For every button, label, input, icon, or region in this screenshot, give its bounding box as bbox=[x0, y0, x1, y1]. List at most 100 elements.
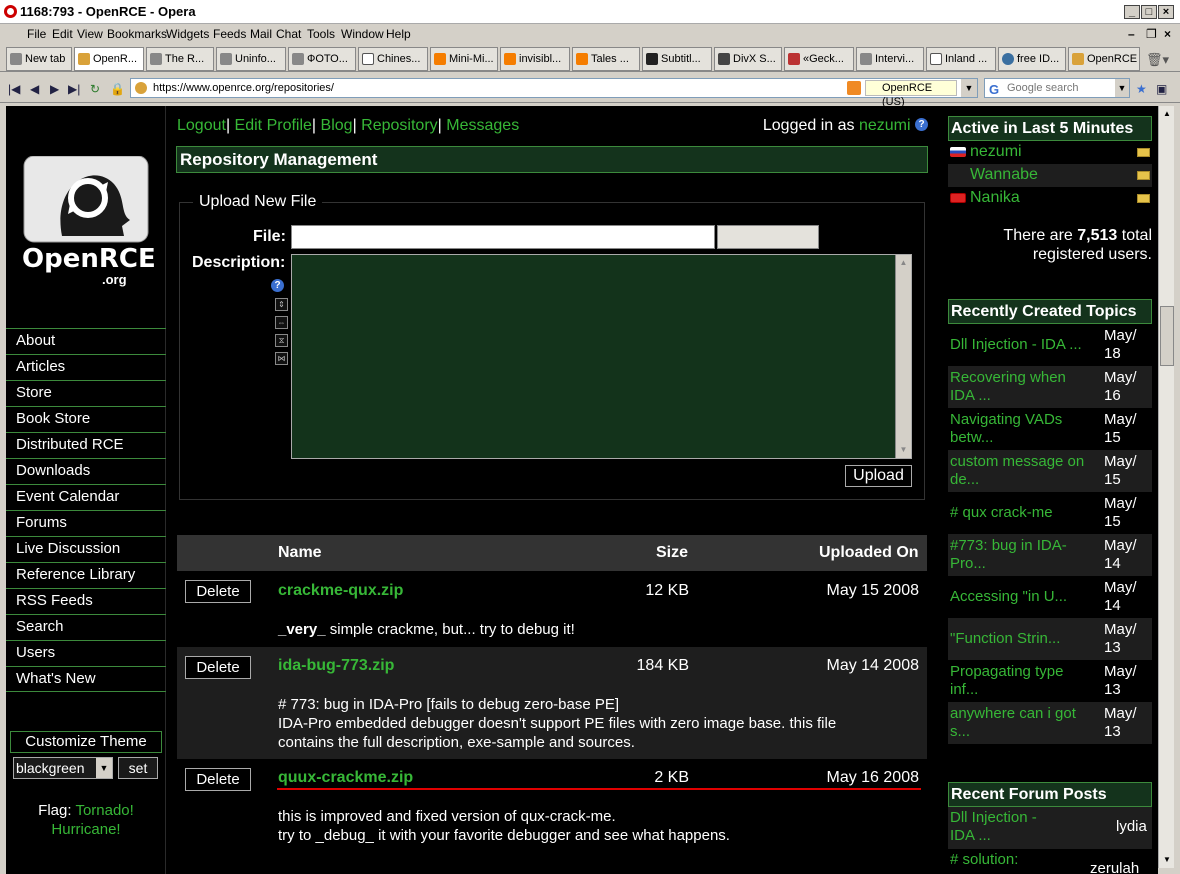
menu-minimize-icon[interactable]: – bbox=[1128, 27, 1135, 41]
address-dropdown-icon[interactable]: ▼ bbox=[961, 79, 977, 97]
sidebar-item-distributed-rce[interactable]: Distributed RCE bbox=[6, 432, 166, 458]
menu-window[interactable]: Window bbox=[341, 27, 384, 41]
set-theme-button[interactable]: set bbox=[118, 757, 158, 779]
tab-item[interactable]: Inland ... bbox=[926, 47, 996, 71]
sidebar-item-live-discussion[interactable]: Live Discussion bbox=[6, 536, 166, 562]
tab-item[interactable]: DivX S... bbox=[714, 47, 782, 71]
delete-button[interactable]: Delete bbox=[185, 768, 251, 791]
tab-item[interactable]: The R... bbox=[146, 47, 214, 71]
topic-link[interactable]: Dll Injection - IDA ... bbox=[950, 336, 1090, 354]
description-textarea[interactable]: ▲ ▼ bbox=[291, 254, 912, 459]
forward-icon[interactable]: ▶ bbox=[50, 82, 59, 96]
tab-item[interactable]: OpenRCE bbox=[1068, 47, 1140, 71]
file-name-link[interactable]: crackme-qux.zip bbox=[278, 582, 403, 600]
help-icon[interactable]: ? bbox=[271, 279, 284, 292]
scroll-up-icon[interactable]: ▲ bbox=[1160, 107, 1174, 121]
scrollbar-thumb[interactable] bbox=[1160, 306, 1174, 366]
panel-icon[interactable]: ▣ bbox=[1156, 82, 1167, 96]
menu-tools[interactable]: Tools bbox=[307, 27, 335, 41]
topic-link[interactable]: Accessing "in U... bbox=[950, 588, 1090, 606]
active-user-link[interactable]: Wannabe bbox=[970, 164, 1038, 186]
sidebar-item-search[interactable]: Search bbox=[6, 614, 166, 640]
maximize-button[interactable]: □ bbox=[1141, 5, 1157, 19]
file-name-link[interactable]: ida-bug-773.zip bbox=[278, 657, 394, 675]
menu-mail[interactable]: Mail bbox=[250, 27, 272, 41]
tab-item[interactable]: invisibl... bbox=[500, 47, 570, 71]
topic-link[interactable]: anywhere can i got s... bbox=[950, 705, 1090, 741]
sidebar-item-downloads[interactable]: Downloads bbox=[6, 458, 166, 484]
menu-chat[interactable]: Chat bbox=[276, 27, 301, 41]
sidebar-item-about[interactable]: About bbox=[6, 328, 166, 354]
menu-feeds[interactable]: Feeds bbox=[213, 27, 246, 41]
shrink-horizontal-icon[interactable]: ⋈ bbox=[275, 352, 288, 365]
rewind-icon[interactable]: |◀ bbox=[8, 82, 20, 96]
tab-item[interactable]: «Geck... bbox=[784, 47, 854, 71]
topic-link[interactable]: Propagating type inf... bbox=[950, 663, 1090, 699]
flag-link-1[interactable]: Tornado! bbox=[75, 802, 133, 819]
textarea-scrollbar[interactable]: ▲ ▼ bbox=[895, 255, 911, 458]
flag-link-2[interactable]: Hurricane! bbox=[51, 821, 120, 838]
tab-openrce-active[interactable]: OpenR... bbox=[74, 47, 144, 71]
topic-link[interactable]: "Function Strin... bbox=[950, 630, 1090, 648]
tab-item[interactable]: Uninfo... bbox=[216, 47, 286, 71]
menu-close-icon[interactable]: × bbox=[1164, 27, 1171, 41]
sidebar-item-users[interactable]: Users bbox=[6, 640, 166, 666]
search-input[interactable]: G Google search ▼ bbox=[984, 78, 1130, 98]
sidebar-item-whats-new[interactable]: What's New bbox=[6, 666, 166, 692]
help-icon[interactable]: ? bbox=[915, 118, 928, 131]
delete-button[interactable]: Delete bbox=[185, 656, 251, 679]
messages-link[interactable]: Messages bbox=[446, 117, 519, 134]
menu-edit[interactable]: Edit bbox=[52, 27, 73, 41]
topic-link[interactable]: # qux crack-me bbox=[950, 504, 1090, 522]
sidebar-item-reference-library[interactable]: Reference Library bbox=[6, 562, 166, 588]
upload-button[interactable]: Upload bbox=[845, 465, 912, 487]
scroll-down-icon[interactable]: ▼ bbox=[897, 443, 910, 457]
sidebar-item-book-store[interactable]: Book Store bbox=[6, 406, 166, 432]
scroll-down-icon[interactable]: ▼ bbox=[1160, 853, 1174, 867]
mail-icon[interactable] bbox=[1137, 148, 1150, 157]
menu-help[interactable]: Help bbox=[386, 27, 411, 41]
address-input[interactable]: https://www.openrce.org/repositories/ Op… bbox=[130, 78, 978, 108]
active-user-link[interactable]: Nanika bbox=[970, 187, 1020, 209]
menu-file[interactable]: File bbox=[27, 27, 46, 41]
blog-link[interactable]: Blog bbox=[321, 117, 353, 134]
fast-forward-icon[interactable]: ▶| bbox=[68, 82, 80, 96]
menu-widgets[interactable]: Widgets bbox=[166, 27, 209, 41]
forum-post-link[interactable]: # solution: bbox=[950, 851, 1090, 869]
tab-item[interactable]: Intervi... bbox=[856, 47, 924, 71]
tab-item[interactable]: ФОТО... bbox=[288, 47, 356, 71]
sidebar-item-store[interactable]: Store bbox=[6, 380, 166, 406]
site-badge[interactable]: OpenRCE (US) bbox=[865, 80, 957, 108]
trash-icon[interactable]: 🗑▾ bbox=[1146, 52, 1169, 68]
scroll-up-icon[interactable]: ▲ bbox=[897, 256, 910, 270]
sidebar-item-event-calendar[interactable]: Event Calendar bbox=[6, 484, 166, 510]
mail-icon[interactable] bbox=[1137, 171, 1150, 180]
tab-item[interactable]: Tales ... bbox=[572, 47, 640, 71]
delete-button[interactable]: Delete bbox=[185, 580, 251, 603]
forum-post-link[interactable]: Dll Injection - IDA ... bbox=[950, 809, 1090, 845]
tab-new[interactable]: New tab bbox=[6, 47, 72, 71]
minimize-button[interactable]: _ bbox=[1124, 5, 1140, 19]
tab-item[interactable]: Mini-Mi... bbox=[430, 47, 498, 71]
topic-link[interactable]: custom message on de... bbox=[950, 453, 1090, 489]
bookmark-star-icon[interactable]: ★ bbox=[1136, 82, 1147, 96]
tab-item[interactable]: free ID... bbox=[998, 47, 1066, 71]
active-user-link[interactable]: nezumi bbox=[970, 141, 1022, 163]
openrce-logo[interactable]: OpenRCE .org bbox=[22, 155, 156, 287]
topic-link[interactable]: Navigating VADs betw... bbox=[950, 411, 1090, 447]
close-button[interactable]: × bbox=[1158, 5, 1174, 19]
logout-link[interactable]: Logout bbox=[177, 117, 226, 134]
menu-restore-icon[interactable]: ❐ bbox=[1146, 27, 1157, 41]
sidebar-item-forums[interactable]: Forums bbox=[6, 510, 166, 536]
menu-bookmarks[interactable]: Bookmarks bbox=[107, 27, 167, 41]
file-input[interactable] bbox=[291, 225, 715, 249]
file-name-link[interactable]: quux-crackme.zip bbox=[278, 769, 413, 787]
expand-horizontal-icon[interactable]: ⇔ bbox=[275, 316, 288, 329]
topic-link[interactable]: #773: bug in IDA- Pro... bbox=[950, 537, 1090, 573]
back-icon[interactable]: ◀ bbox=[30, 82, 39, 96]
theme-select[interactable]: blackgreen ▼ bbox=[13, 757, 113, 779]
rss-icon[interactable] bbox=[847, 81, 861, 95]
mail-icon[interactable] bbox=[1137, 194, 1150, 203]
browse-button[interactable] bbox=[717, 225, 819, 249]
tab-item[interactable]: Subtitl... bbox=[642, 47, 712, 71]
